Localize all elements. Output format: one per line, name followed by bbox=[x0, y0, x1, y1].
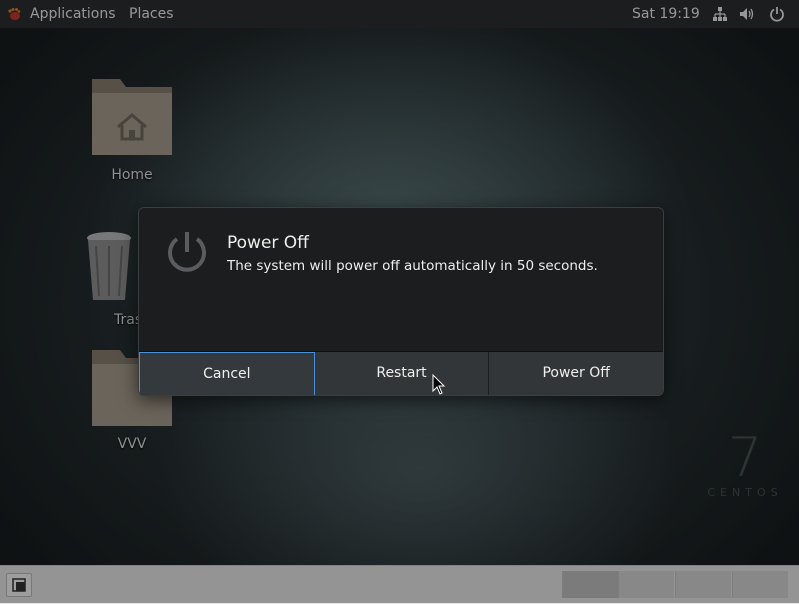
mouse-cursor-icon bbox=[432, 374, 446, 395]
restart-button[interactable]: Restart bbox=[314, 352, 490, 395]
dialog-button-row: Cancel Restart Power Off bbox=[139, 351, 663, 395]
power-off-dialog: Power Off The system will power off auto… bbox=[138, 207, 664, 396]
power-off-button[interactable]: Power Off bbox=[489, 352, 663, 395]
cancel-button[interactable]: Cancel bbox=[139, 352, 315, 395]
dialog-message: The system will power off automatically … bbox=[227, 258, 598, 274]
power-icon bbox=[168, 232, 206, 272]
dialog-title: Power Off bbox=[227, 233, 309, 253]
